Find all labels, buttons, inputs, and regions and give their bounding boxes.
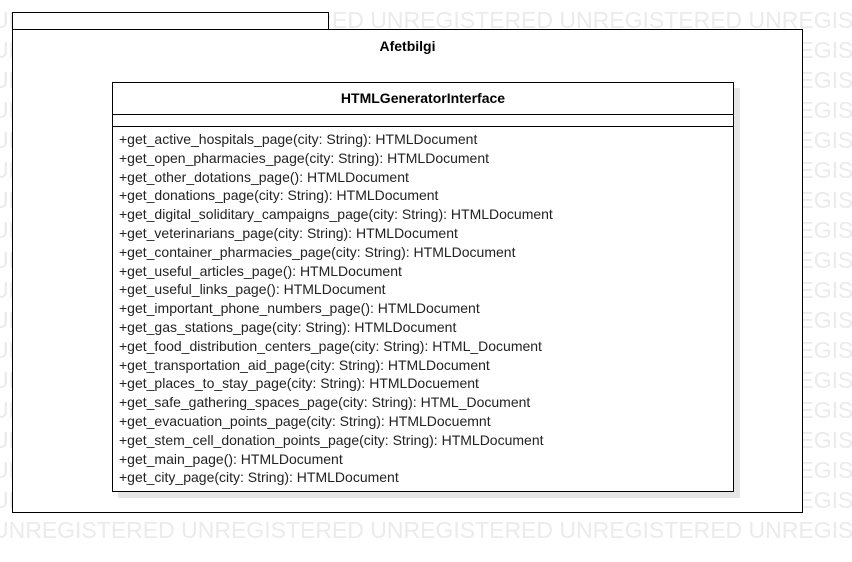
operation: +get_useful_links_page(): HTMLDocument: [119, 281, 386, 298]
operation: +get_safe_gathering_spaces_page(city: St…: [119, 394, 531, 411]
watermark-text: UNREGISTERED UNREGISTERED UNREGISTERED U…: [0, 517, 852, 543]
operation: +get_stem_cell_donation_points_page(city…: [119, 431, 544, 448]
class-box[interactable]: HTMLGeneratorInterface +get_active_hospi…: [112, 82, 734, 492]
operation: +get_important_phone_numbers_page(): HTM…: [119, 300, 480, 317]
operation: +get_gas_stations_page(city: String): HT…: [119, 318, 457, 335]
operation: +get_evacuation_points_page(city: String…: [119, 412, 491, 429]
operation: +get_digital_soliditary_campaigns_page(c…: [119, 206, 553, 223]
operation: +get_main_page(): HTMLDocument: [119, 450, 343, 467]
operation: +get_places_to_stay_page(city: String): …: [119, 375, 479, 392]
attributes-compartment: [113, 115, 733, 127]
package-name: Afetbilgi: [379, 38, 436, 54]
package-tab[interactable]: [12, 12, 329, 30]
operation: +get_container_pharmacies_page(city: Str…: [119, 243, 516, 260]
operation: +get_open_pharmacies_page(city: String):…: [119, 149, 490, 166]
class-name: HTMLGeneratorInterface: [113, 83, 733, 115]
operation: +get_city_page(city: String): HTMLDocume…: [119, 469, 399, 486]
operation: +get_active_hospitals_page(city: String)…: [119, 131, 478, 147]
operation: +get_donations_page(city: String): HTMLD…: [119, 187, 439, 204]
operation: +get_transportation_aid_page(city: Strin…: [119, 356, 490, 373]
operations-compartment: +get_active_hospitals_page(city: String)…: [113, 127, 733, 487]
operation: +get_food_distribution_centers_page(city…: [119, 337, 542, 354]
operation: +get_useful_articles_page(): HTMLDocumen…: [119, 262, 402, 279]
operation: +get_veterinarians_page(city: String): H…: [119, 224, 458, 241]
operation: +get_other_dotations_page(): HTMLDocumen…: [119, 168, 409, 185]
